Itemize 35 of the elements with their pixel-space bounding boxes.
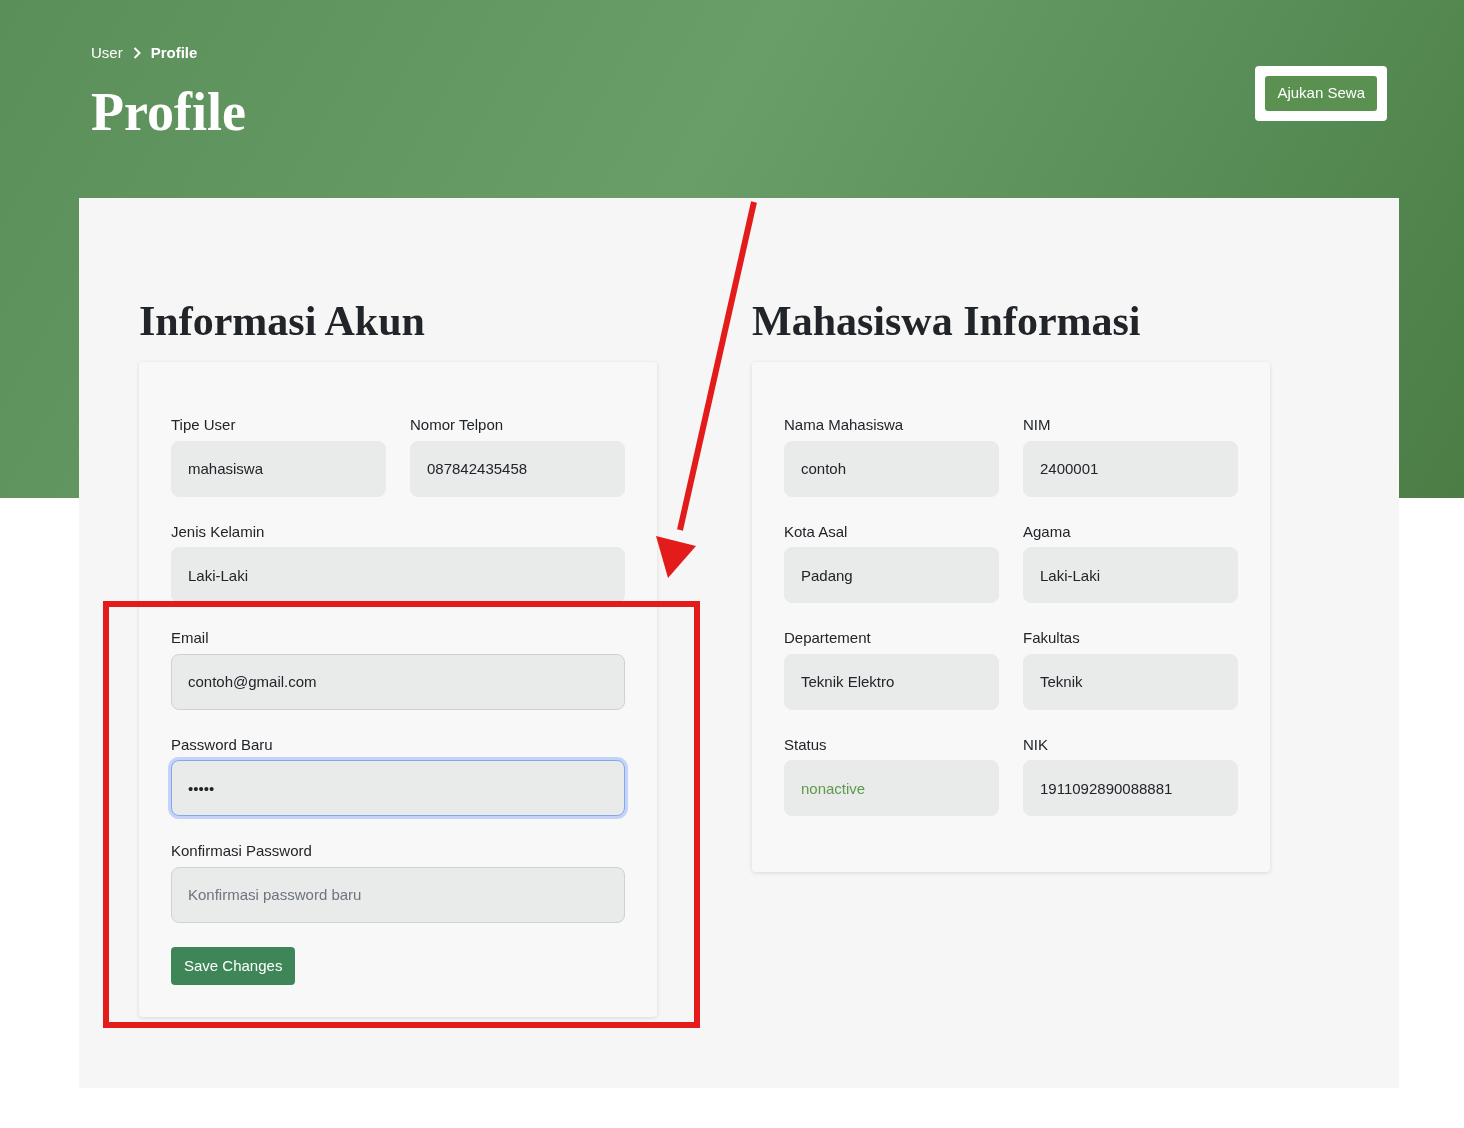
breadcrumb-current: Profile [150,43,198,63]
input-field[interactable]: contoh [784,440,999,497]
breadcrumb-link[interactable]: User [91,42,123,65]
field-label: Email [171,628,209,649]
save-button[interactable]: Save Changes [171,946,296,986]
input-field[interactable]: 2400001 [1023,440,1238,497]
section-heading: Mahasiswa Informasi [752,297,1142,346]
field-label: Departement [784,628,871,649]
field-label: Konfirmasi Password [171,841,312,862]
field-label: Fakultas [1023,628,1080,649]
input-field[interactable]: Teknik Elektro [784,653,999,710]
input-field[interactable]: ••••• [171,760,625,817]
page-title: Profile [91,82,246,142]
input-field[interactable]: mahasiswa [171,440,386,497]
field-label: Jenis Kelamin [171,521,265,542]
field-label: Status [784,734,827,755]
field-label: Nama Mahasiswa [784,415,904,436]
field-label: Kota Asal [784,521,848,542]
chevron-icon [132,47,141,60]
input-field[interactable]: contoh@gmail.com [171,653,625,710]
input-field[interactable]: Laki-Laki [1023,547,1238,604]
field-label: Agama [1023,521,1071,542]
field-label: Tipe User [171,415,236,436]
input-field[interactable]: 1911092890088881 [1023,760,1238,817]
field-label: Nomor Telpon [410,415,504,436]
input-field[interactable]: Konfirmasi password baru [171,866,625,923]
input-field[interactable]: Teknik [1023,653,1238,710]
input-field[interactable]: 087842435458 [410,440,625,497]
input-field[interactable]: Laki-Laki [171,547,625,604]
rent-request-button[interactable]: Ajukan Sewa [1265,76,1377,111]
field-label: NIM [1023,415,1051,436]
field-label: Password Baru [171,734,273,755]
input-field[interactable]: Padang [784,547,999,604]
field-label: NIK [1023,734,1048,755]
section-heading: Informasi Akun [139,297,426,346]
